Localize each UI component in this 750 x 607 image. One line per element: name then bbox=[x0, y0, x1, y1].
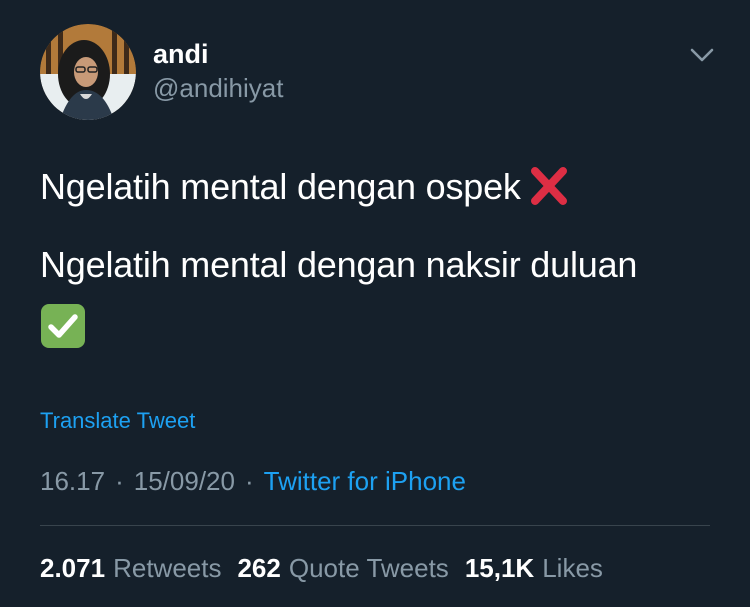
tweet-card: andi @andihiyat Ngelatih mental dengan o… bbox=[0, 0, 750, 607]
chevron-down-icon[interactable] bbox=[686, 42, 718, 68]
retweets-count: 2.071 bbox=[40, 553, 106, 583]
tweet-text-line-2: Ngelatih mental dengan naksir duluan bbox=[40, 244, 638, 285]
divider bbox=[40, 525, 710, 526]
user-handle[interactable]: @andihiyat bbox=[153, 72, 283, 104]
translate-tweet-link[interactable]: Translate Tweet bbox=[40, 407, 195, 435]
quote-tweets-count: 262 bbox=[237, 553, 281, 583]
likes-label: Likes bbox=[542, 553, 603, 583]
retweets-label: Retweets bbox=[113, 553, 222, 583]
meta-separator: · bbox=[115, 466, 124, 496]
likes-count: 15,1K bbox=[464, 553, 535, 583]
tweet-metadata: 16.17 · 15/09/20 · Twitter for iPhone bbox=[40, 464, 466, 498]
likes-stat[interactable]: 15,1K Likes bbox=[465, 553, 603, 583]
avatar[interactable] bbox=[40, 24, 136, 120]
avatar-image bbox=[40, 24, 136, 120]
tweet-date[interactable]: 15/09/20 bbox=[134, 466, 235, 496]
tweet-text-line-1: Ngelatih mental dengan ospek bbox=[40, 165, 720, 215]
display-name[interactable]: andi bbox=[153, 38, 209, 70]
tweet-source-link[interactable]: Twitter for iPhone bbox=[264, 466, 466, 496]
meta-separator: · bbox=[244, 466, 254, 496]
check-mark-button-icon bbox=[40, 303, 86, 349]
tweet-time[interactable]: 16.17 bbox=[40, 466, 105, 496]
quote-tweets-label: Quote Tweets bbox=[288, 553, 449, 583]
tweet-stats: 2.071 Retweets 262 Quote Tweets 15,1K Likes bbox=[40, 551, 619, 585]
tweet-text-line-1-content: Ngelatih mental dengan ospek bbox=[40, 166, 521, 207]
cross-mark-icon bbox=[529, 167, 569, 215]
quote-tweets-stat[interactable]: 262 Quote Tweets bbox=[237, 553, 448, 583]
retweets-stat[interactable]: 2.071 Retweets bbox=[40, 553, 221, 583]
